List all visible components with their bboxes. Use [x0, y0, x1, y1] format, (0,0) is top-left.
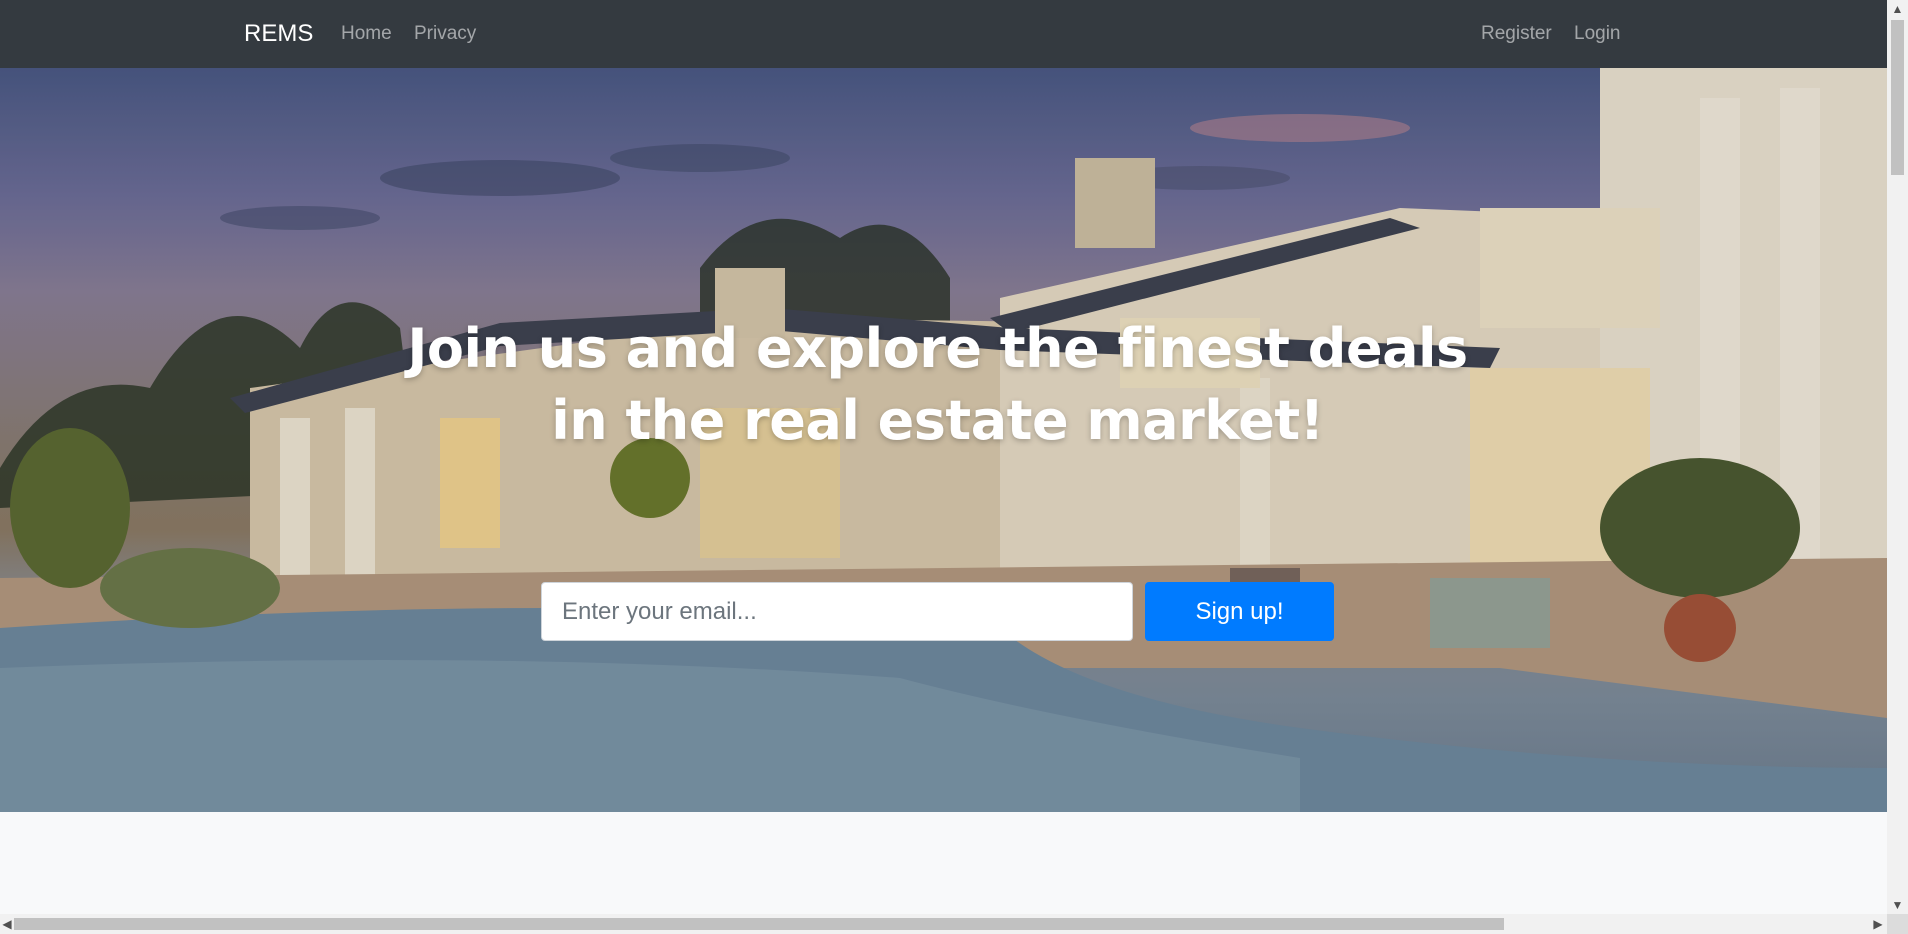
- nav-link-login[interactable]: Login: [1574, 23, 1621, 45]
- signup-button[interactable]: Sign up!: [1145, 582, 1334, 641]
- scroll-down-icon[interactable]: ▼: [1887, 896, 1908, 914]
- scroll-right-icon[interactable]: ▶: [1871, 914, 1885, 934]
- vertical-scroll-thumb[interactable]: [1891, 20, 1904, 175]
- hero-headline: Join us and explore the finest deals in …: [407, 317, 1468, 452]
- scroll-left-icon[interactable]: ◀: [0, 914, 14, 934]
- email-input[interactable]: [541, 582, 1133, 641]
- hero-banner: Join us and explore the finest deals in …: [0, 68, 1887, 812]
- scrollbar-corner: [1887, 914, 1908, 934]
- horizontal-scroll-thumb[interactable]: [14, 918, 1504, 930]
- scroll-up-icon[interactable]: ▲: [1887, 0, 1908, 18]
- horizontal-scrollbar[interactable]: ◀ ▶: [0, 914, 1887, 934]
- brand-logo-link[interactable]: REMS: [244, 20, 313, 48]
- nav-link-privacy[interactable]: Privacy: [414, 23, 476, 45]
- vertical-scrollbar[interactable]: ▲ ▼: [1887, 0, 1908, 914]
- nav-link-register[interactable]: Register: [1481, 23, 1552, 45]
- top-navbar: REMS Home Privacy Register Login: [0, 0, 1887, 68]
- nav-link-home[interactable]: Home: [341, 23, 392, 45]
